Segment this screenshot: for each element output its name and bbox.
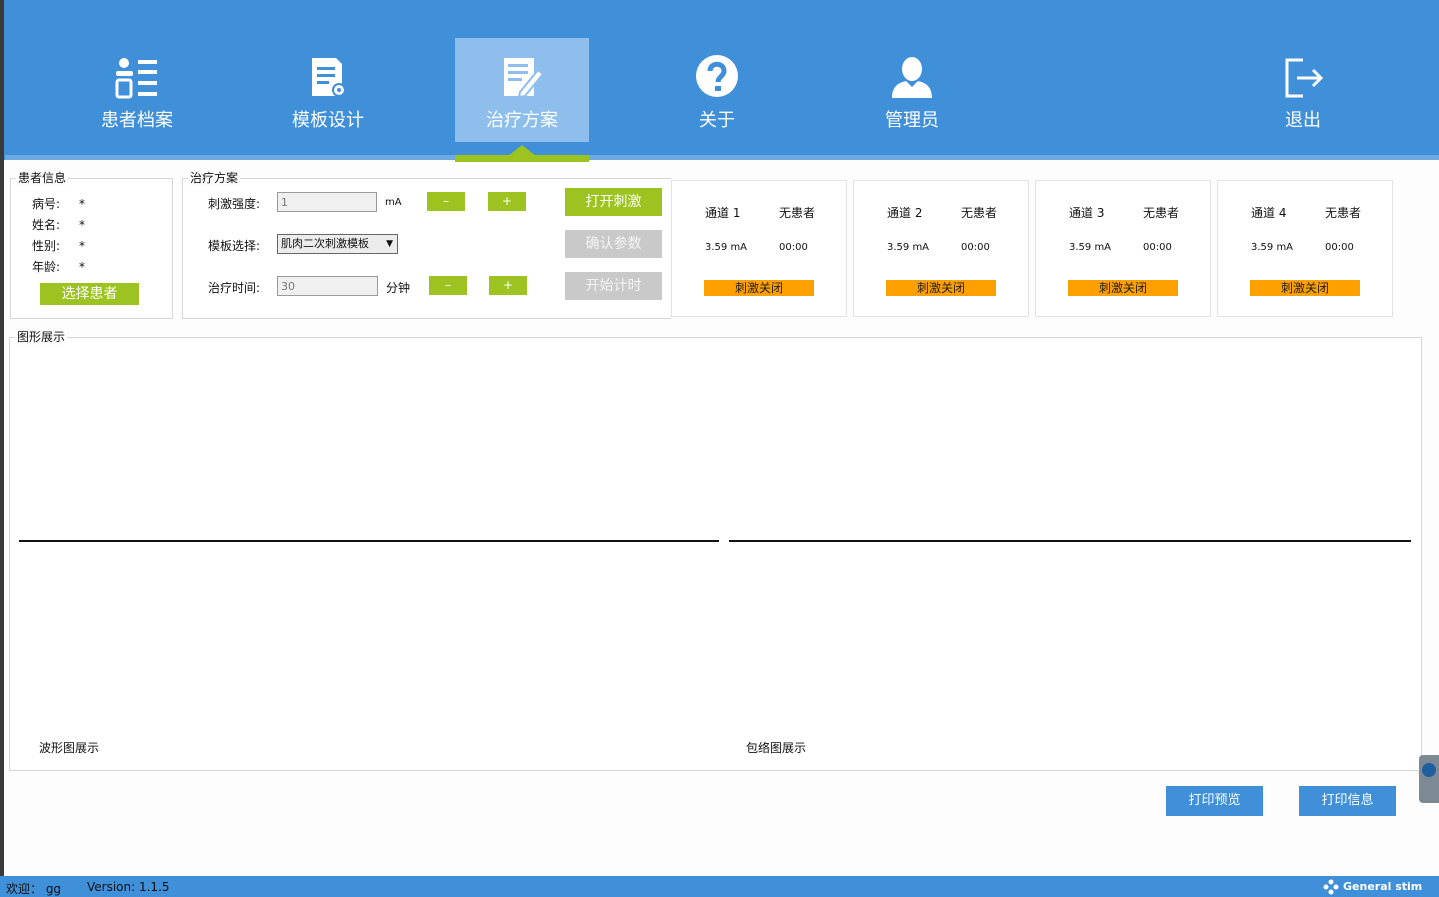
channel-card: 通道 3 无患者 3.59 mA 00:00 刺激关闭: [1035, 180, 1211, 317]
patient-id-value: *: [79, 197, 85, 211]
channel-name: 通道 2: [887, 206, 923, 220]
nav-label: 治疗方案: [486, 110, 558, 131]
channel-current: 3.59 mA: [887, 242, 930, 253]
help-icon: [696, 55, 738, 97]
nav-divider: [5, 155, 455, 160]
nav-label: 患者档案: [101, 110, 173, 131]
active-tab-pointer: [508, 145, 536, 156]
channel-name: 通道 1: [705, 206, 741, 220]
channel-current: 3.59 mA: [705, 242, 748, 253]
start-timer-button[interactable]: 开始计时: [565, 272, 662, 300]
template-select-value: 肌肉二次刺激模板: [281, 237, 369, 250]
nav-label: 退出: [1285, 110, 1321, 131]
time-increase-button[interactable]: +: [489, 276, 527, 295]
channel-name: 通道 4: [1251, 206, 1287, 220]
channel-card: 通道 4 无患者 3.59 mA 00:00 刺激关闭: [1217, 180, 1393, 317]
channel-status-badge: 刺激关闭: [1068, 280, 1178, 296]
nav-exit[interactable]: 退出: [1236, 38, 1370, 142]
template-design-icon: [312, 58, 346, 97]
nav-divider: [589, 155, 1439, 160]
channel-status-badge: 刺激关闭: [1250, 280, 1360, 296]
time-label: 治疗时间:: [208, 281, 261, 295]
channel-card: 通道 1 无患者 3.59 mA 00:00 刺激关闭: [671, 180, 847, 317]
window-edge: [0, 0, 4, 897]
treatment-plan-title: 治疗方案: [188, 169, 241, 186]
time-unit: 分钟: [386, 281, 411, 295]
waveform-baseline: [19, 540, 719, 542]
channel-current: 3.59 mA: [1251, 242, 1294, 253]
channel-patient: 无患者: [961, 206, 998, 220]
nav-label: 管理员: [885, 110, 939, 131]
nav-patient-records[interactable]: 患者档案: [70, 38, 204, 142]
brand-logo-icon: [1323, 879, 1339, 895]
channel-patient: 无患者: [1143, 206, 1180, 220]
channel-time: 00:00: [1325, 242, 1354, 253]
print-info-button[interactable]: 打印信息: [1299, 786, 1396, 816]
template-select[interactable]: 肌肉二次刺激模板 ▼: [277, 234, 398, 254]
active-tab-indicator: [455, 155, 589, 162]
intensity-unit: mA: [385, 197, 402, 208]
graph-display-title: 图形展示: [15, 328, 68, 345]
patient-age-value: *: [79, 260, 85, 274]
channel-status-badge: 刺激关闭: [704, 280, 814, 296]
welcome-text: 欢迎： gg: [6, 882, 62, 896]
channel-current: 3.59 mA: [1069, 242, 1112, 253]
patient-gender-value: *: [79, 239, 85, 253]
channel-name: 通道 3: [1069, 206, 1105, 220]
brand-name: General stim: [1343, 880, 1423, 893]
status-bar: 欢迎： gg Version: 1.1.5 General stim: [0, 876, 1439, 897]
intensity-label: 刺激强度:: [208, 197, 261, 211]
patient-info-title: 患者信息: [16, 169, 69, 186]
patient-id-label: 病号:: [32, 197, 61, 211]
channel-time: 00:00: [1143, 242, 1172, 253]
intensity-decrease-button[interactable]: –: [427, 192, 465, 211]
print-preview-button[interactable]: 打印预览: [1166, 786, 1263, 816]
confirm-params-button[interactable]: 确认参数: [565, 230, 662, 258]
exit-icon: [1285, 58, 1324, 98]
channel-patient: 无患者: [1325, 206, 1362, 220]
nav-label: 关于: [699, 110, 735, 131]
patient-name-label: 姓名:: [32, 218, 61, 232]
channel-time: 00:00: [961, 242, 990, 253]
nav-admin[interactable]: 管理员: [845, 38, 979, 142]
template-label: 模板选择:: [208, 239, 261, 253]
time-decrease-button[interactable]: –: [429, 276, 467, 295]
patient-age-label: 年龄:: [32, 260, 61, 274]
nav-treatment-plan[interactable]: 治疗方案: [455, 38, 589, 142]
intensity-input[interactable]: 1: [277, 192, 377, 212]
channel-time: 00:00: [779, 242, 808, 253]
treatment-plan-icon: [504, 58, 545, 99]
channel-card: 通道 2 无患者 3.59 mA 00:00 刺激关闭: [853, 180, 1029, 317]
envelope-baseline: [729, 540, 1411, 542]
dropdown-arrow-icon: ▼: [386, 239, 393, 249]
patient-name-value: *: [79, 218, 85, 232]
channel-status-badge: 刺激关闭: [886, 280, 996, 296]
nav-template-design[interactable]: 模板设计: [261, 38, 395, 142]
version-text: Version: 1.1.5: [87, 880, 170, 894]
patient-gender-label: 性别:: [32, 239, 61, 253]
open-stimulation-button[interactable]: 打开刺激: [565, 188, 662, 216]
time-input[interactable]: 30: [277, 276, 378, 296]
nav-about[interactable]: 关于: [650, 38, 784, 142]
nav-label: 模板设计: [292, 110, 364, 131]
envelope-label: 包络图展示: [746, 741, 807, 755]
select-patient-button[interactable]: 选择患者: [40, 283, 139, 305]
admin-user-icon: [892, 57, 932, 98]
side-widget[interactable]: [1419, 755, 1439, 803]
graph-display-group: [9, 337, 1422, 771]
top-navigation-bar: 患者档案 模板设计 治疗方案 关于 管理员 退出: [0, 0, 1439, 162]
intensity-increase-button[interactable]: +: [488, 192, 526, 211]
waveform-label: 波形图展示: [39, 741, 100, 755]
side-widget-icon: [1422, 763, 1436, 777]
channel-patient: 无患者: [779, 206, 816, 220]
patient-records-icon: [115, 58, 157, 99]
